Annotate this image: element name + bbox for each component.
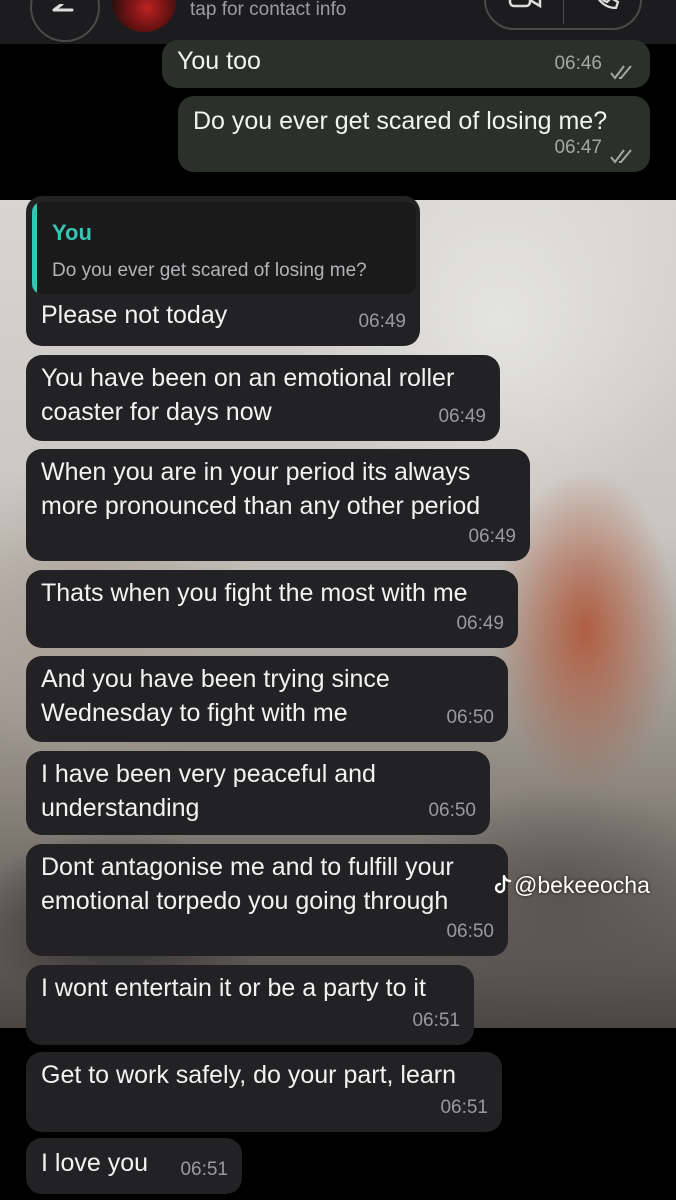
message-time: 06:49 bbox=[358, 311, 406, 332]
contact-avatar[interactable] bbox=[112, 0, 176, 32]
message-time: 06:50 bbox=[428, 800, 476, 821]
message-text: Wednesday to fight with me bbox=[41, 699, 348, 727]
message-time: 06:51 bbox=[440, 1097, 488, 1118]
message-time: 06:51 bbox=[180, 1159, 228, 1180]
reply-quote[interactable]: You Do you ever get scared of losing me? bbox=[32, 202, 416, 294]
watermark-handle: @bekeeocha bbox=[514, 872, 650, 898]
message-text: Get to work safely, do your part, learn bbox=[41, 1061, 457, 1089]
message-bubble[interactable]: Get to work safely, do your part, learn … bbox=[26, 1052, 502, 1132]
phone-icon[interactable] bbox=[590, 0, 620, 12]
tiktok-watermark: @bekeeocha bbox=[494, 872, 650, 899]
message-text: You have been on an emotional roller bbox=[41, 364, 455, 392]
message-text: coaster for days now bbox=[41, 398, 272, 426]
message-text: And you have been trying since bbox=[41, 665, 390, 693]
message-text: more pronounced than any other period bbox=[41, 492, 481, 520]
message-text: When you are in your period its always bbox=[41, 458, 471, 486]
contact-info-subtitle[interactable]: tap for contact info bbox=[190, 0, 346, 21]
message-bubble[interactable]: Thats when you fight the most with me 06… bbox=[26, 570, 518, 648]
reply-accent-bar bbox=[32, 202, 37, 294]
message-text: I have been very peaceful and bbox=[41, 760, 376, 788]
reply-author: You bbox=[52, 220, 92, 245]
message-time: 06:47 bbox=[554, 137, 602, 158]
reply-text: Do you ever get scared of losing me? bbox=[52, 260, 367, 281]
message-bubble[interactable]: You too 06:46 bbox=[162, 40, 650, 88]
message-time: 06:50 bbox=[446, 921, 494, 942]
message-bubble[interactable]: I have been very peaceful and understand… bbox=[26, 751, 490, 835]
message-text: I wont entertain it or be a party to it bbox=[41, 974, 426, 1002]
call-controls bbox=[484, 0, 642, 30]
message-bubble[interactable]: And you have been trying since Wednesday… bbox=[26, 656, 508, 742]
message-bubble[interactable]: When you are in your period its always m… bbox=[26, 449, 530, 561]
message-text: Dont antagonise me and to fulfill your bbox=[41, 853, 454, 881]
message-text: Please not today bbox=[41, 301, 228, 329]
message-time: 06:49 bbox=[456, 613, 504, 634]
message-bubble[interactable]: You have been on an emotional roller coa… bbox=[26, 355, 500, 441]
message-text: emotional torpedo you going through bbox=[41, 887, 449, 915]
message-time: 06:49 bbox=[468, 526, 516, 547]
message-time: 06:51 bbox=[412, 1010, 460, 1031]
message-bubble[interactable]: You Do you ever get scared of losing me?… bbox=[26, 196, 420, 346]
chevron-left-icon bbox=[52, 4, 74, 12]
message-time: 06:49 bbox=[438, 406, 486, 427]
chat-header: tap for contact info bbox=[0, 0, 676, 44]
message-bubble[interactable]: I love you 06:51 bbox=[26, 1138, 242, 1194]
message-time: 06:50 bbox=[446, 707, 494, 728]
back-button[interactable] bbox=[30, 0, 100, 42]
call-divider bbox=[563, 0, 564, 24]
tiktok-icon bbox=[494, 874, 512, 894]
video-camera-icon[interactable] bbox=[508, 0, 542, 10]
message-bubble[interactable]: Dont antagonise me and to fulfill your e… bbox=[26, 844, 508, 956]
message-text: understanding bbox=[41, 794, 200, 822]
message-bubble[interactable]: I wont entertain it or be a party to it … bbox=[26, 965, 474, 1045]
message-text: Thats when you fight the most with me bbox=[41, 579, 468, 607]
read-receipt-icon bbox=[610, 149, 632, 164]
message-bubble[interactable]: Do you ever get scared of losing me? 06:… bbox=[178, 96, 650, 172]
message-time: 06:46 bbox=[554, 53, 602, 74]
read-receipt-icon bbox=[610, 65, 632, 80]
